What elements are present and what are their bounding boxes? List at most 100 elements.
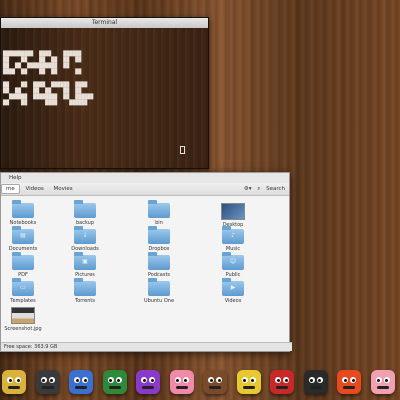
monster-mouth xyxy=(75,386,87,389)
folder-icon xyxy=(12,200,34,218)
dock-monster-12-icon[interactable] xyxy=(370,370,395,394)
file-item-notebooks[interactable]: Notebooks xyxy=(3,200,43,226)
file-item-downloads[interactable]: ↓ Downloads xyxy=(65,226,105,252)
monster-eye xyxy=(48,377,55,383)
dock-monster-2-icon[interactable] xyxy=(35,370,60,394)
monster-eye xyxy=(174,377,181,383)
dock-monster-11-icon[interactable] xyxy=(337,370,361,394)
folder-music-icon: ♪ xyxy=(222,226,244,244)
monster-mouth xyxy=(209,386,221,389)
location-toolbar: me Videos Movies ⚙▾ ⌕ Search xyxy=(1,183,289,196)
monster-eye xyxy=(375,377,382,383)
monster-eye xyxy=(316,377,323,383)
folder-icon xyxy=(74,278,96,296)
monster-eye xyxy=(40,377,47,383)
monster-eye xyxy=(383,377,390,383)
folder-icon xyxy=(148,226,170,244)
folder-icon xyxy=(74,200,96,218)
monster-mouth xyxy=(376,386,389,389)
folder-pictures-icon: ▣ xyxy=(74,252,96,270)
breadcrumb-home[interactable]: me xyxy=(1,184,20,194)
file-item-screenshot[interactable]: Screenshot.jpg xyxy=(3,307,43,332)
dock-monster-9-icon[interactable] xyxy=(270,370,294,394)
dock-monster-10-icon[interactable] xyxy=(303,370,328,394)
file-item-desktop[interactable]: Desktop xyxy=(213,203,253,228)
status-bar: Free space: 363.9 GB xyxy=(1,342,292,351)
terminal-titlebar[interactable]: Terminal xyxy=(1,18,208,28)
monster-eye xyxy=(7,377,13,383)
monster-mouth xyxy=(242,386,255,389)
file-item-public[interactable]: ☺ Public xyxy=(213,252,253,278)
file-item-templates[interactable]: ▭ Templates xyxy=(3,278,43,304)
monster-eye xyxy=(350,377,356,383)
desktop-icon xyxy=(221,203,245,220)
file-item-torrents[interactable]: Torrents xyxy=(65,278,105,304)
terminal-window[interactable]: Terminal ██████████ ████ ██████ ██ ██ ██… xyxy=(0,17,209,169)
file-manager-window[interactable]: Help me Videos Movies ⚙▾ ⌕ Search Notebo… xyxy=(0,172,292,352)
folder-templates-icon: ▭ xyxy=(12,278,34,296)
folder-icon xyxy=(148,278,170,296)
file-item-bin[interactable]: bin xyxy=(139,200,179,226)
dock-monster-5-icon[interactable] xyxy=(136,370,160,394)
breadcrumb-movies[interactable]: Movies xyxy=(50,184,77,194)
file-item-pictures[interactable]: ▣ Pictures xyxy=(65,252,105,278)
monster-eye xyxy=(115,377,122,383)
file-item-videos[interactable]: ▶ Videos xyxy=(213,278,253,304)
monster-mouth xyxy=(175,386,188,389)
folder-downloads-icon: ↓ xyxy=(74,226,96,244)
terminal-ascii-art: ██████████ ████ ██████ ██ ██ ██ ██ ██ ██… xyxy=(3,50,94,107)
monster-eye xyxy=(107,377,114,383)
image-file-icon xyxy=(11,307,35,324)
terminal-title: Terminal xyxy=(91,19,118,26)
terminal-cursor xyxy=(180,146,185,154)
toolbar-right: ⚙▾ ⌕ Search xyxy=(240,183,285,195)
monster-mouth xyxy=(309,386,322,389)
search-icon[interactable]: ⌕ xyxy=(257,186,260,192)
monster-eye xyxy=(275,377,281,383)
file-item-music[interactable]: ♪ Music xyxy=(213,226,253,252)
monster-mouth xyxy=(142,386,154,389)
monster-eye xyxy=(216,377,222,383)
menu-help[interactable]: Help xyxy=(9,175,22,181)
view-options-icon[interactable]: ⚙▾ xyxy=(244,186,252,192)
monster-mouth xyxy=(8,386,20,389)
monster-mouth xyxy=(41,386,54,389)
dock-monster-8-icon[interactable] xyxy=(236,370,261,394)
breadcrumb-videos[interactable]: Videos xyxy=(22,184,48,194)
dock xyxy=(0,368,400,400)
monster-eye xyxy=(149,377,155,383)
monster-eye xyxy=(15,377,21,383)
monster-eye xyxy=(283,377,289,383)
folder-documents-icon: ▤ xyxy=(12,226,34,244)
file-item-pdf[interactable]: PDF xyxy=(3,252,43,278)
dock-monster-1-icon[interactable] xyxy=(2,370,26,394)
free-space-text: Free space: 363.9 GB xyxy=(4,344,58,350)
dock-monster-4-icon[interactable] xyxy=(102,370,127,394)
search-label[interactable]: Search xyxy=(266,186,285,192)
monster-mouth xyxy=(276,386,288,389)
file-item-ubuntu-one[interactable]: Ubuntu One xyxy=(139,278,179,304)
file-item-dropbox[interactable]: Dropbox xyxy=(139,226,179,252)
file-item-podcasts[interactable]: Podcasts xyxy=(139,252,179,278)
dock-monster-6-icon[interactable] xyxy=(169,370,194,394)
monster-eye xyxy=(208,377,214,383)
folder-icon xyxy=(148,200,170,218)
folder-public-icon: ☺ xyxy=(222,252,244,270)
monster-eye xyxy=(342,377,348,383)
monster-eye xyxy=(82,377,88,383)
dock-monster-7-icon[interactable] xyxy=(203,370,227,394)
menubar: Help xyxy=(1,173,289,183)
folder-icon xyxy=(12,252,34,270)
monster-mouth xyxy=(108,386,121,389)
monster-eye xyxy=(182,377,189,383)
folder-videos-icon: ▶ xyxy=(222,278,244,296)
monster-eye xyxy=(141,377,147,383)
monster-eye xyxy=(74,377,80,383)
monster-eye xyxy=(308,377,315,383)
monster-mouth xyxy=(343,386,355,389)
dock-monster-3-icon[interactable] xyxy=(69,370,93,394)
folder-icon xyxy=(148,252,170,270)
file-item-backup[interactable]: backup xyxy=(65,200,105,226)
monster-eye xyxy=(241,377,248,383)
file-item-documents[interactable]: ▤ Documents xyxy=(3,226,43,252)
